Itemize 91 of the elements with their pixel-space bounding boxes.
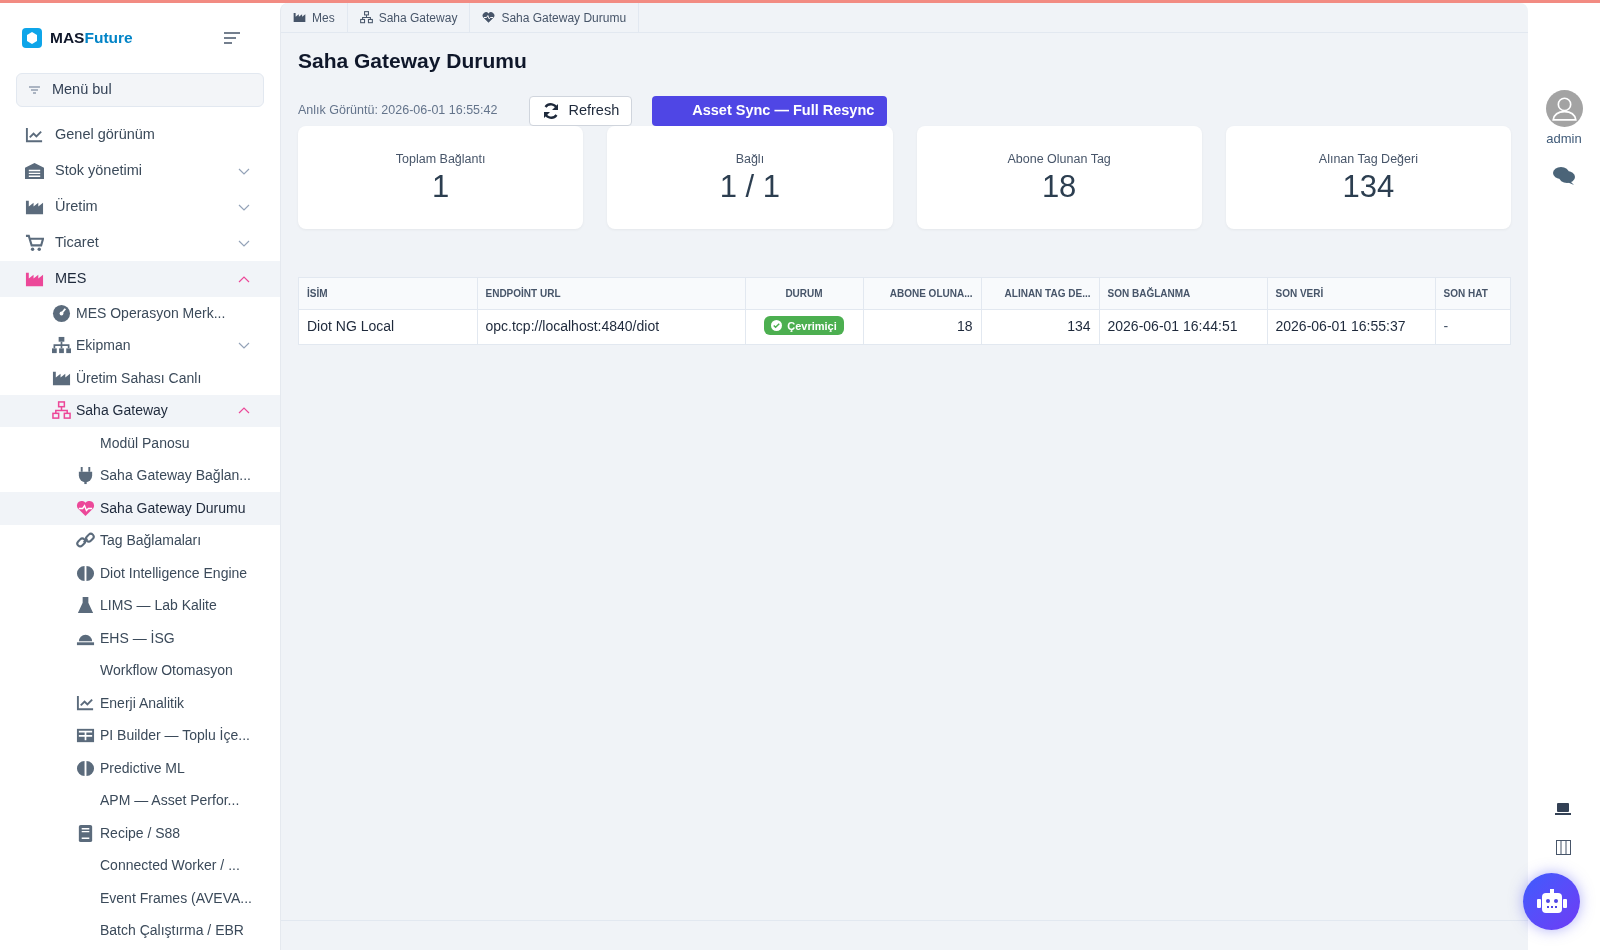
- breadcrumb-link[interactable]: Saha Gateway Durumu: [470, 3, 640, 32]
- stat-label: Bağlı: [735, 150, 765, 168]
- sidebar-subitem[interactable]: EHS — İSG: [0, 622, 280, 655]
- sidebar-item[interactable]: MES: [0, 261, 280, 297]
- network-icon: [359, 11, 373, 24]
- laptop-icon[interactable]: [1555, 803, 1571, 815]
- column-header: ALINAN TAG DE...: [981, 277, 1099, 310]
- chat-icon[interactable]: [1552, 164, 1576, 185]
- heart-pulse-icon: [76, 498, 95, 518]
- sidebar-subitem[interactable]: Tag Bağlamaları: [0, 524, 280, 557]
- sidebar-item[interactable]: Genel görünüm: [0, 117, 280, 153]
- stat-value: 1: [432, 168, 450, 207]
- menu-icon[interactable]: [224, 32, 240, 44]
- stat-label: Alınan Tag Değeri: [1318, 150, 1418, 168]
- chevron-icon: [238, 407, 250, 415]
- column-header: SON VERİ: [1267, 277, 1435, 310]
- column-header: ABONE OLUNA...: [863, 277, 981, 310]
- chevron-icon: [238, 342, 250, 350]
- asset-sync-button[interactable]: Asset Sync — Full Resync: [652, 95, 888, 126]
- column-header: ENDPOİNT URL: [477, 277, 745, 310]
- table-cell: Diot NG Local: [299, 309, 477, 344]
- table-cell: opc.tcp://localhost:4840/diot: [477, 309, 745, 344]
- sidebar-subitem[interactable]: Workflow Otomasyon: [0, 654, 280, 687]
- table-cell: 2026-06-01 16:44:51: [1099, 309, 1267, 344]
- column-header: DURUM: [745, 277, 863, 310]
- sidebar-subitem[interactable]: Event Frames (AVEVA...: [0, 882, 280, 915]
- gauge-icon: [52, 303, 71, 323]
- sidebar-subitem[interactable]: Saha Gateway: [0, 394, 280, 427]
- brand-logo: MASFuture: [50, 28, 133, 49]
- chevron-icon: [238, 275, 250, 283]
- warehouse-icon: [25, 161, 44, 181]
- stat-label: Abone Olunan Tag: [1007, 150, 1111, 168]
- sidebar-subitem[interactable]: Saha Gateway Bağlan...: [0, 459, 280, 492]
- column-header: İSİM: [299, 277, 477, 310]
- sidebar-subitem[interactable]: PI Builder — Toplu İçe...: [0, 719, 280, 752]
- sidebar-item[interactable]: Ticaret: [0, 225, 280, 261]
- sidebar-subitem[interactable]: Ekipman: [0, 329, 280, 362]
- refresh-icon: [542, 101, 561, 120]
- network-icon: [52, 401, 71, 421]
- chevron-icon: [238, 167, 250, 175]
- columns-icon[interactable]: [1556, 840, 1571, 855]
- table-cell: -: [1435, 309, 1510, 344]
- logo-icon: [22, 28, 42, 48]
- sidebar-item[interactable]: Stok yönetimi: [0, 153, 280, 189]
- hierarchy-icon: [52, 336, 71, 356]
- filter-icon: [29, 86, 40, 94]
- menu-search-input[interactable]: Menü bul: [51, 79, 251, 101]
- table-cell: 2026-06-01 16:55:37: [1267, 309, 1435, 344]
- flask-icon: [76, 596, 95, 616]
- chart-icon: [25, 125, 44, 145]
- sidebar-subitem[interactable]: Predictive ML: [0, 752, 280, 785]
- sidebar-subitem[interactable]: Modül Panosu: [0, 427, 280, 460]
- sidebar-subitem[interactable]: Recipe / S88: [0, 817, 280, 850]
- heart-pulse-icon: [482, 11, 496, 24]
- cart-icon: [25, 233, 44, 253]
- sidebar-subitem[interactable]: Saha Gateway Durumu: [0, 492, 280, 525]
- page-title: Saha Gateway Durumu: [298, 48, 527, 74]
- chevron-icon: [238, 203, 250, 211]
- sidebar-subitem[interactable]: MES Operasyon Merk...: [0, 297, 280, 330]
- refresh-button[interactable]: Refresh: [529, 95, 633, 126]
- factory-icon: [293, 11, 306, 24]
- sidebar-subitem[interactable]: APM — Asset Perfor...: [0, 784, 280, 817]
- stat-value: 1 / 1: [719, 168, 781, 207]
- chevron-icon: [238, 239, 250, 247]
- plug-icon: [76, 466, 95, 486]
- menu-search-field[interactable]: Menü bul: [16, 73, 264, 107]
- table-cell: 18: [863, 309, 981, 344]
- sidebar-item[interactable]: Üretim: [0, 189, 280, 225]
- stat-label: Toplam Bağlantı: [395, 150, 486, 168]
- column-header: SON BAĞLANMA: [1099, 277, 1267, 310]
- sidebar-subitem[interactable]: Enerji Analitik: [0, 687, 280, 720]
- user-name[interactable]: admin: [1546, 129, 1582, 149]
- sidebar-subitem[interactable]: Üretim Sahası Canlı: [0, 362, 280, 395]
- brain-icon: [76, 563, 95, 583]
- brain-icon: [76, 758, 95, 778]
- snapshot-time: Anlık Görüntü: 2026-06-01 16:55:42: [298, 102, 498, 120]
- stat-value: 18: [1041, 168, 1077, 207]
- sidebar-subitem[interactable]: LIMS — Lab Kalite: [0, 589, 280, 622]
- check-circle-icon: [771, 320, 783, 332]
- table-cell: 134: [981, 309, 1099, 344]
- breadcrumb-link[interactable]: Mes: [281, 3, 348, 32]
- sidebar-subitem[interactable]: Diot Intelligence Engine: [0, 557, 280, 590]
- column-header: SON HAT: [1435, 277, 1510, 310]
- sidebar-subitem[interactable]: Connected Worker / ...: [0, 849, 280, 882]
- chart-icon: [76, 693, 95, 713]
- breadcrumb-link[interactable]: Saha Gateway: [347, 3, 471, 32]
- stat-value: 134: [1342, 168, 1395, 207]
- robot-icon: [1536, 888, 1567, 915]
- status-badge: Çevrimiçi: [764, 316, 844, 336]
- sidebar-subitem[interactable]: Batch Çalıştırma / EBR: [0, 914, 280, 947]
- book-icon: [76, 823, 95, 843]
